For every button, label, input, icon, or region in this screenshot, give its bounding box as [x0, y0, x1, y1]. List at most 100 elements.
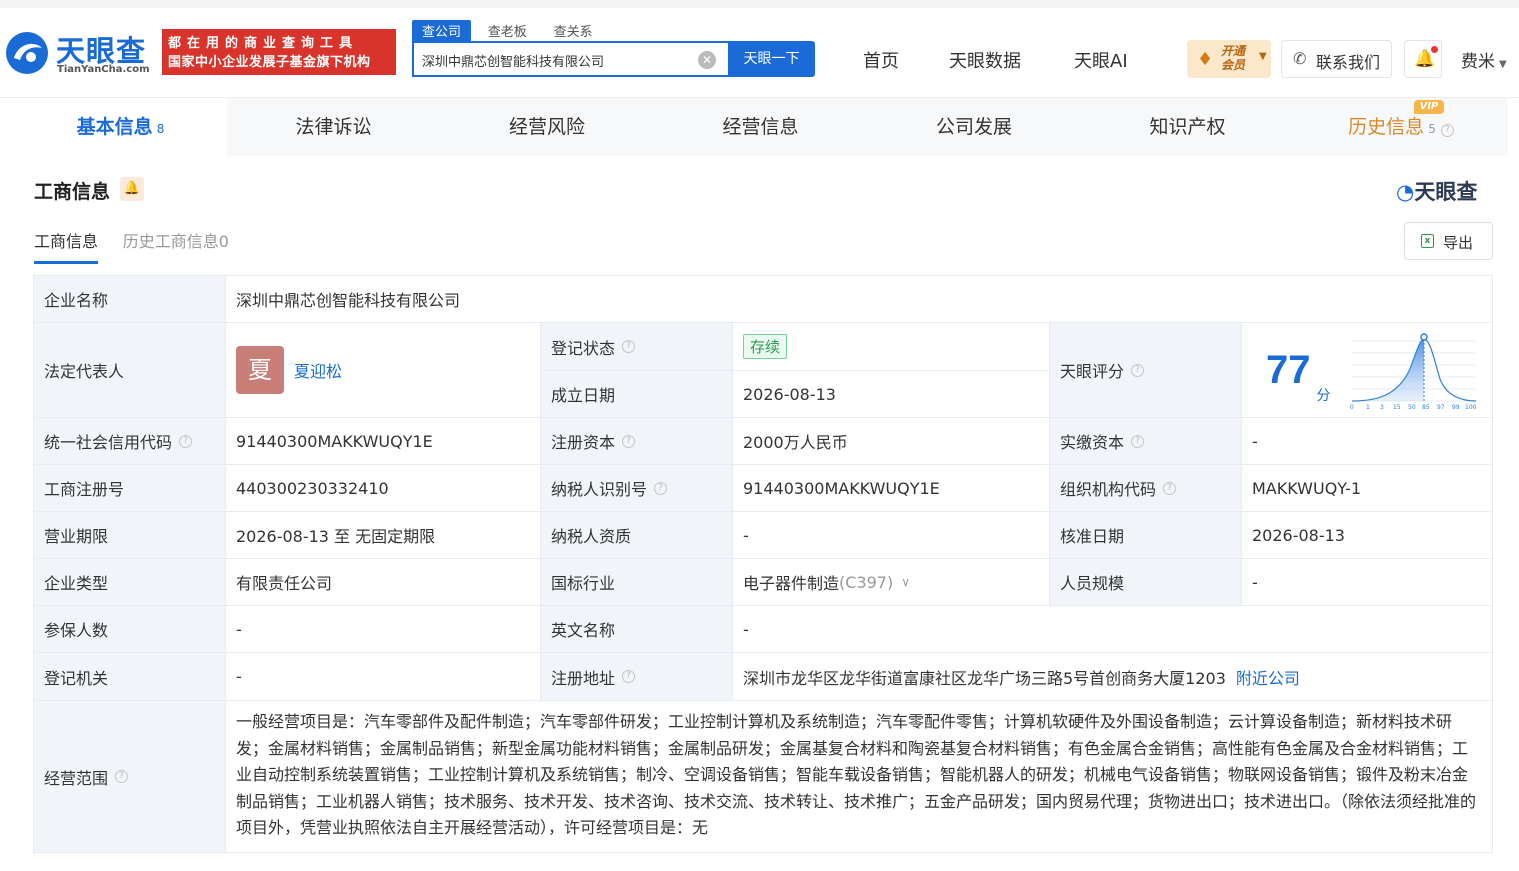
help-icon[interactable]: ?	[654, 481, 668, 495]
contact-us-button[interactable]: ✆ 联系我们	[1281, 40, 1392, 78]
search-button[interactable]: 天眼一下	[728, 41, 815, 77]
subtab-business-info[interactable]: 工商信息	[34, 228, 99, 264]
tianyancha-logo-icon	[6, 32, 48, 74]
search-tab-relation[interactable]: 查关系	[544, 20, 603, 41]
slogan-line1: 都在用的商业查询工具	[168, 36, 359, 51]
help-icon[interactable]: ?	[1163, 481, 1177, 495]
notification-dot	[1431, 46, 1438, 53]
tab-history[interactable]: 历史信息 5?	[1294, 98, 1508, 156]
score-cell[interactable]: 77 分 0 1 3 15 50 85 97 99 100	[1242, 323, 1492, 418]
help-icon[interactable]: ?	[622, 670, 636, 683]
score-distribution-chart: 0 1 3 15 50 85 97 99 100	[1350, 333, 1477, 411]
label-staff: 人员规模	[1050, 559, 1242, 606]
export-button[interactable]: x 导出	[1404, 222, 1493, 260]
subtab-history-business-info[interactable]: 历史工商信息0	[123, 228, 229, 261]
label-approve-date: 核准日期	[1050, 512, 1242, 559]
axis-tick: 99	[1452, 404, 1460, 411]
excel-icon: x	[1421, 234, 1434, 248]
help-icon[interactable]: ?	[622, 340, 636, 353]
status-badge: 存续	[743, 334, 788, 359]
score-unit: 分	[1316, 388, 1331, 404]
label-taxpayer-id: 纳税人识别号?	[541, 465, 733, 512]
contact-label: 联系我们	[1316, 53, 1381, 72]
vip-text: 开通 会员	[1221, 44, 1246, 72]
search-tab-company[interactable]: 查公司	[412, 20, 472, 41]
site-logo[interactable]: 天眼查 TianYanCha.com	[4, 28, 156, 78]
label-type: 企业类型	[34, 559, 226, 606]
tab-ip[interactable]: 知识产权	[1081, 98, 1294, 156]
value-scope: 一般经营项目是：汽车零部件及配件制造；汽车零部件研发；工业控制计算机及系统制造；…	[236, 712, 1477, 837]
label-taxpayer-qual: 纳税人资质	[541, 512, 733, 559]
axis-tick: 15	[1393, 404, 1401, 411]
legal-rep-link[interactable]: 夏迎松	[294, 358, 342, 382]
open-vip-button[interactable]: ♦ 开通 会员 ▼	[1187, 40, 1271, 78]
label-company-name: 企业名称	[34, 276, 226, 323]
user-menu[interactable]: 费米 ▼	[1461, 47, 1507, 72]
chevron-down-icon: ∨	[901, 575, 911, 589]
search-type-tabs: 查公司 查老板 查关系	[412, 20, 605, 41]
value-found-date: 2026-08-13	[733, 371, 1050, 418]
search-box: ✕	[412, 41, 728, 77]
tianyancha-logo-icon: ◔	[1396, 180, 1415, 204]
username: 费米	[1461, 52, 1495, 72]
tab-operation-info[interactable]: 经营信息	[654, 98, 867, 156]
label-reg-status: 登记状态?	[541, 323, 733, 371]
tab-basic-info[interactable]: 基本信息 8	[14, 98, 227, 156]
value-taxpayer-qual: -	[733, 512, 1050, 559]
help-icon[interactable]: ?	[622, 434, 636, 448]
axis-tick: 50	[1408, 404, 1416, 411]
label-legal-rep: 法定代表人	[34, 323, 226, 418]
browser-strip	[0, 0, 1519, 8]
chevron-down-icon: ▼	[1499, 59, 1507, 70]
chevron-down-icon: ▼	[1259, 51, 1267, 62]
industry-code: (C397)	[839, 572, 894, 592]
avatar[interactable]: 夏	[236, 346, 284, 394]
value-company-name: 深圳中鼎芯创智能科技有限公司	[226, 276, 1492, 323]
diamond-icon: ♦	[1197, 49, 1214, 70]
value-authority: -	[226, 653, 541, 701]
search-input[interactable]	[422, 50, 692, 70]
axis-tick: 100	[1465, 404, 1477, 411]
help-icon[interactable]: ?	[1440, 124, 1454, 137]
monitor-bell-icon[interactable]: 🔔	[120, 177, 144, 201]
section-title: 工商信息	[34, 181, 111, 203]
help-icon[interactable]: ?	[1131, 363, 1145, 377]
address-cell: 深圳市龙华区龙华街道富康社区龙华广场三路5号首创商务大厦1203 附近公司	[733, 653, 1492, 701]
label-authority: 登记机关	[34, 653, 226, 701]
value-paid-capital: -	[1242, 418, 1492, 465]
main-tab-bar: 基本信息 8 法律诉讼 经营风险 经营信息 公司发展 知识产权 历史信息 5?	[14, 98, 1508, 156]
notification-button[interactable]: 🔔	[1404, 40, 1442, 78]
label-reg-capital: 注册资本?	[541, 418, 733, 465]
value-address: 深圳市龙华区龙华街道富康社区龙华广场三路5号首创商务大厦1203	[743, 668, 1226, 688]
phone-icon: ✆	[1293, 49, 1307, 68]
label-score: 天眼评分?	[1050, 323, 1242, 418]
sub-tabs: 工商信息 历史工商信息0	[34, 228, 249, 264]
nav-tianyan-ai[interactable]: 天眼AI	[1074, 47, 1128, 73]
help-icon[interactable]: ?	[115, 770, 129, 783]
help-icon[interactable]: ?	[1131, 434, 1145, 448]
value-org-code: MAKKWUQY-1	[1242, 465, 1492, 512]
tab-operation-risk[interactable]: 经营风险	[440, 98, 654, 156]
label-scope: 经营范围?	[34, 701, 226, 852]
nav-tianyan-data[interactable]: 天眼数据	[949, 47, 1021, 73]
tab-legal[interactable]: 法律诉讼	[227, 98, 440, 156]
tab-company-dev[interactable]: 公司发展	[867, 98, 1081, 156]
value-type: 有限责任公司	[226, 559, 541, 606]
nav-home[interactable]: 首页	[863, 47, 899, 73]
search-tab-boss[interactable]: 查老板	[478, 20, 537, 41]
help-icon[interactable]: ?	[179, 434, 193, 448]
logo-domain: TianYanCha.com	[57, 64, 150, 75]
industry-value: 电子器件制造	[743, 574, 840, 593]
business-info-table: 企业名称 深圳中鼎芯创智能科技有限公司 法定代表人 夏 夏迎松 登记状态? 存续…	[33, 275, 1493, 853]
label-insured: 参保人数	[34, 606, 226, 653]
axis-tick: 3	[1380, 404, 1384, 411]
slogan-line2: 国家中小企业发展子基金旗下机构	[168, 55, 371, 70]
clear-icon[interactable]: ✕	[698, 51, 716, 69]
vip-badge: VIP	[1414, 100, 1444, 114]
tab-count: 5	[1428, 122, 1436, 136]
industry-dropdown[interactable]: 电子器件制造 (C397) ∨	[733, 559, 1050, 606]
nearby-companies-link[interactable]: 附近公司	[1236, 665, 1300, 689]
reg-status-cell: 存续	[733, 323, 1050, 371]
label-term: 营业期限	[34, 512, 226, 559]
value-english-name: -	[733, 606, 1492, 653]
